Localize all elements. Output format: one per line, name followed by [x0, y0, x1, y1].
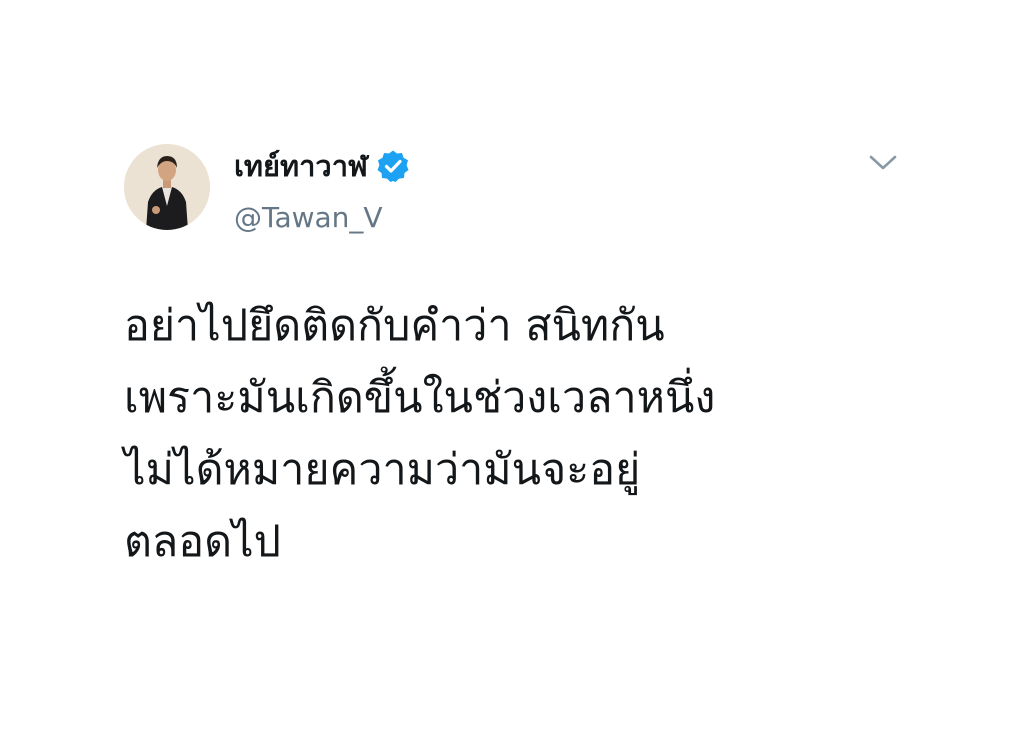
user-handle[interactable]: @Tawan_V [234, 198, 383, 238]
display-name[interactable]: เทย์ทาวาฬ [234, 146, 368, 186]
user-name-row: เทย์ทาวาฬ [234, 146, 410, 186]
tweet-card: เทย์ทาวาฬ @Tawan_V อย่าไปยึดติดกับคำว่า … [0, 0, 1024, 753]
verified-badge-icon [376, 149, 410, 183]
tweet-text-line: ตลอดไป [124, 517, 281, 567]
avatar[interactable] [124, 144, 210, 230]
tweet-text-line: ไม่ได้หมายความว่ามันจะอยู่ [124, 445, 641, 495]
avatar-image [124, 144, 210, 230]
tweet-text-line: อย่าไปยึดติดกับคำว่า สนิทกัน [124, 301, 665, 351]
chevron-down-icon[interactable] [866, 148, 900, 178]
tweet-text: อย่าไปยึดติดกับคำว่า สนิทกัน เพราะมันเกิ… [124, 290, 944, 578]
tweet-text-line: เพราะมันเกิดขึ้นในช่วงเวลาหนึ่ง [124, 373, 716, 423]
